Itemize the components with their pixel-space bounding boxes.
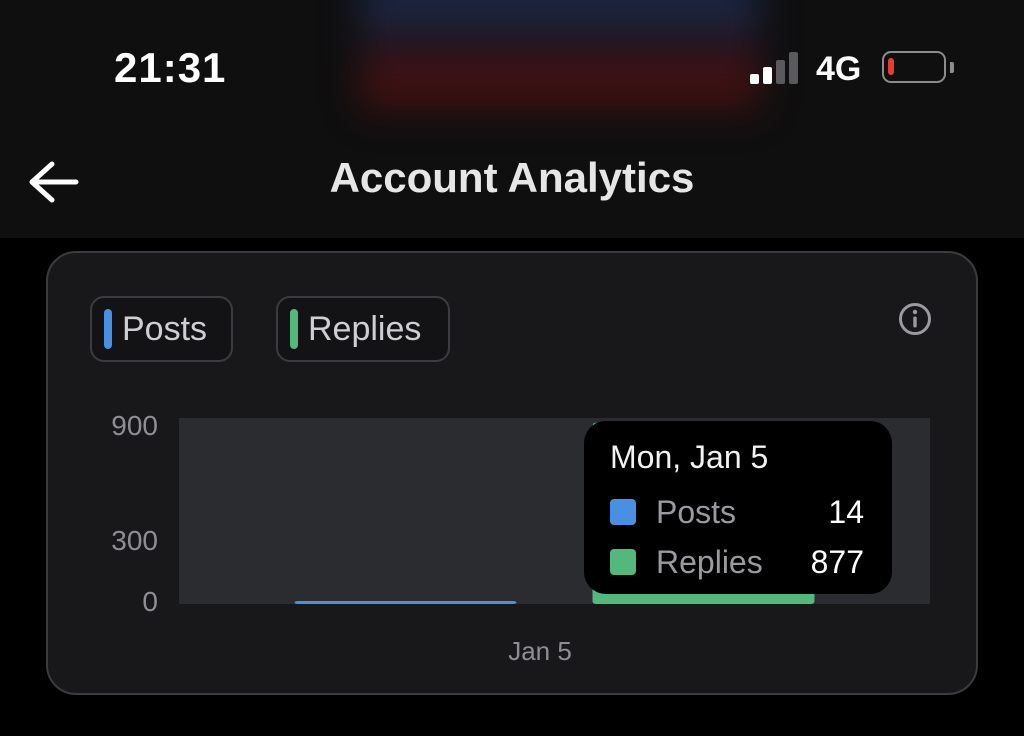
tooltip-replies-value: 877 xyxy=(810,544,864,580)
x-tick-label: Jan 5 xyxy=(508,636,572,666)
status-time: 21:31 xyxy=(114,44,227,91)
tooltip-posts-swatch xyxy=(610,499,636,525)
tooltip-posts-value: 14 xyxy=(828,494,864,530)
battery-level xyxy=(888,58,894,75)
info-circle-icon[interactable] xyxy=(898,302,932,336)
legend-posts-button[interactable]: Posts xyxy=(90,296,233,362)
wallpaper-glow xyxy=(360,0,760,120)
y-tick-label: 900 xyxy=(111,410,158,441)
legend-replies-button[interactable]: Replies xyxy=(276,296,450,362)
signal-icon xyxy=(750,52,798,84)
network-type: 4G xyxy=(816,50,862,88)
tooltip-posts-label: Posts xyxy=(656,494,737,530)
battery-icon xyxy=(882,51,946,83)
page-title: Account Analytics xyxy=(329,154,695,201)
chart-tooltip: Mon, Jan 5 Posts 14 Replies 877 xyxy=(584,421,892,594)
tooltip-date: Mon, Jan 5 xyxy=(610,439,769,475)
top-bar xyxy=(0,0,1024,238)
posts-color-marker xyxy=(104,309,112,349)
tooltip-replies-swatch xyxy=(610,549,636,575)
legend-replies-label: Replies xyxy=(308,309,422,348)
y-tick-label: 0 xyxy=(142,586,158,617)
legend-posts-label: Posts xyxy=(122,309,208,348)
tooltip-replies-label: Replies xyxy=(656,544,763,580)
replies-color-marker xyxy=(290,309,298,349)
y-tick-label: 300 xyxy=(111,525,158,556)
battery-cap xyxy=(950,62,954,73)
